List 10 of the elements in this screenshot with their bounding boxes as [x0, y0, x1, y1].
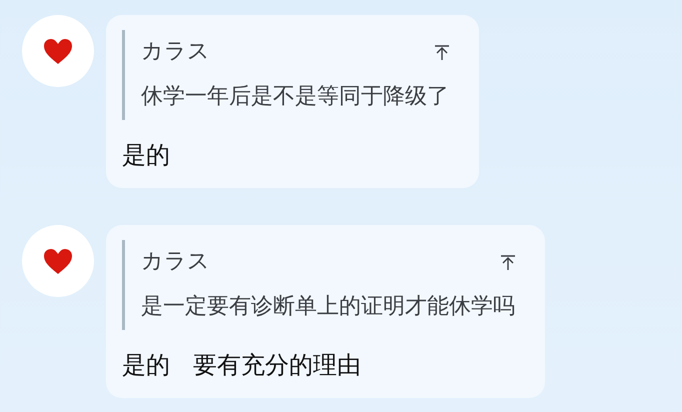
arrow-up-icon[interactable] — [435, 44, 449, 60]
quote-text: 是一定要有诊断单上的证明才能休学吗 — [141, 293, 515, 321]
quote-author: カラス — [141, 248, 210, 276]
heart-icon — [43, 248, 73, 274]
reply-text: 是的 — [122, 140, 170, 170]
reply-text: 是的 要有充分的理由 — [122, 350, 361, 380]
quote-text: 休学一年后是不是等同于降级了 — [141, 83, 449, 111]
heart-icon — [43, 38, 73, 64]
arrow-up-icon[interactable] — [501, 254, 515, 270]
quote-author: カラス — [141, 38, 210, 66]
